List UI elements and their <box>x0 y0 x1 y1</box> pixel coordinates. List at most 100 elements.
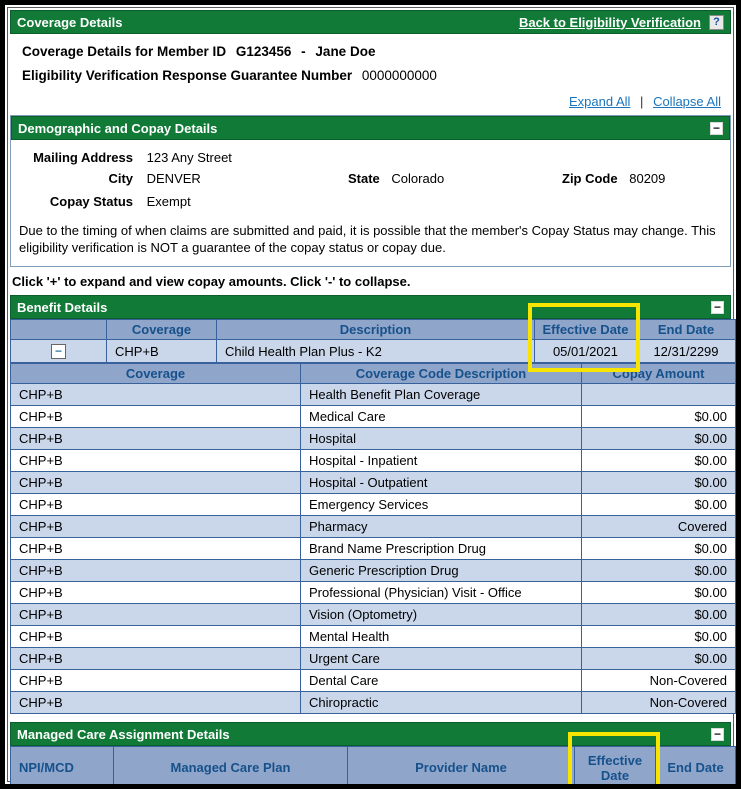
amount-cell: $0.00 <box>581 471 736 495</box>
provider-column-header: Provider Name <box>347 746 575 784</box>
amount-cell: $0.00 <box>581 581 736 605</box>
npi-mcd-column-header: NPI/MCD <box>10 746 114 784</box>
city-state-zip-row: City DENVER State Colorado Zip Code 8020… <box>15 171 722 190</box>
benefit-summary-header-row: Coverage Description Effective Date End … <box>10 319 736 341</box>
demographic-body: Mailing Address 123 Any Street City DENV… <box>11 140 730 266</box>
links-separator: | <box>640 94 644 109</box>
table-row: CHP+B Vision (Optometry) $0.00 <box>10 603 736 627</box>
coverage-cell: CHP+B <box>10 515 301 539</box>
collapse-row-toggle[interactable]: − <box>51 344 66 360</box>
amount-cell: Non-Covered <box>581 669 736 693</box>
coverage-cell: CHP+B <box>10 471 301 495</box>
copay-amount-header: Copay Amount <box>581 363 736 385</box>
guarantee-number: 0000000000 <box>361 68 437 83</box>
coverage-cell: CHP+B <box>10 427 301 451</box>
table-row: CHP+B Emergency Services $0.00 <box>10 493 736 517</box>
benefit-collapse-icon[interactable]: − <box>711 300 724 314</box>
member-name-value: Jane Doe <box>315 44 376 59</box>
description-column-header: Description <box>216 319 535 341</box>
description-cell: Medical Care <box>300 405 582 429</box>
member-id-dash: - <box>301 44 306 59</box>
mailing-address-value: 123 Any Street <box>146 150 232 165</box>
managed-care-header-row: NPI/MCD Managed Care Plan Provider Name … <box>10 746 736 784</box>
amount-cell: $0.00 <box>581 427 736 451</box>
end-date-cell: 12/31/2299 <box>636 339 736 364</box>
description-cell: Mental Health <box>300 625 582 649</box>
guarantee-line: Eligibility Verification Response Guaran… <box>22 68 719 83</box>
benefit-details-section: Benefit Details − Coverage Description E… <box>10 295 736 715</box>
description-cell: Hospital <box>300 427 582 451</box>
collapse-all-link[interactable]: Collapse All <box>653 94 721 109</box>
amount-cell: $0.00 <box>581 405 736 429</box>
row-toggle-cell: − <box>10 339 107 364</box>
table-row: CHP+B Generic Prescription Drug $0.00 <box>10 559 736 583</box>
toggle-column-header <box>10 319 107 341</box>
copay-disclaimer-note: Due to the timing of when claims are sub… <box>19 223 716 255</box>
coverage-cell: CHP+B <box>10 581 301 605</box>
benefit-summary-row: − CHP+B Child Health Plan Plus - K2 05/0… <box>10 339 736 364</box>
benefit-details-title: Benefit Details <box>17 299 108 315</box>
coverage-cell: CHP+B <box>10 405 301 429</box>
zip-field: Zip Code 80209 <box>562 171 665 186</box>
coverage-cell: CHP+B <box>10 449 301 473</box>
guarantee-label: Eligibility Verification Response Guaran… <box>22 68 353 83</box>
back-to-eligibility-link[interactable]: Back to Eligibility Verification <box>519 15 701 30</box>
description-cell: Hospital - Inpatient <box>300 449 582 473</box>
copay-header-row: Coverage Coverage Code Description Copay… <box>10 363 736 385</box>
mailing-address-row: Mailing Address 123 Any Street <box>15 150 722 169</box>
help-icon[interactable]: ? <box>709 14 724 30</box>
coverage-cell: CHP+B <box>106 339 217 364</box>
city-label: City <box>108 171 133 186</box>
benefit-summary-table: Coverage Description Effective Date End … <box>10 319 736 364</box>
mailing-address-label: Mailing Address <box>33 150 133 165</box>
table-row: CHP+B Health Benefit Plan Coverage <box>10 383 736 407</box>
table-row: CHP+B Medical Care $0.00 <box>10 405 736 429</box>
table-row: CHP+B Dental Care Non-Covered <box>10 669 736 693</box>
state-field: State Colorado <box>348 171 444 186</box>
table-row: CHP+B Pharmacy Covered <box>10 515 736 539</box>
description-cell: Vision (Optometry) <box>300 603 582 627</box>
coverage-cell: CHP+B <box>10 647 301 671</box>
table-row: CHP+B Chiropractic Non-Covered <box>10 691 736 715</box>
amount-cell: $0.00 <box>581 493 736 517</box>
benefit-details-header: Benefit Details − <box>10 295 731 320</box>
effective-date-column-header: Effective Date <box>534 319 637 341</box>
description-cell: Generic Prescription Drug <box>300 559 582 583</box>
copay-coverage-header: Coverage <box>10 363 301 385</box>
coverage-cell: CHP+B <box>10 625 301 649</box>
demographic-collapse-icon[interactable]: − <box>710 121 723 135</box>
coverage-cell: CHP+B <box>10 493 301 517</box>
amount-cell: $0.00 <box>581 537 736 561</box>
end-date-column-header: End Date <box>655 746 736 784</box>
member-id-value: G123456 <box>235 44 292 59</box>
coverage-cell: CHP+B <box>10 537 301 561</box>
copay-status-label: Copay Status <box>49 194 133 209</box>
table-row: CHP+B Mental Health $0.00 <box>10 625 736 649</box>
description-cell: Hospital - Outpatient <box>300 471 582 495</box>
amount-cell: $0.00 <box>581 559 736 583</box>
end-date-column-header: End Date <box>636 319 736 341</box>
amount-cell: Covered <box>581 515 736 539</box>
description-cell: Pharmacy <box>300 515 582 539</box>
managed-care-section: Managed Care Assignment Details − NPI/MC… <box>10 722 736 784</box>
managed-care-table: NPI/MCD Managed Care Plan Provider Name … <box>10 746 736 784</box>
description-cell: Child Health Plan Plus - K2 <box>216 339 535 364</box>
coverage-cell: CHP+B <box>10 383 301 407</box>
amount-cell: $0.00 <box>581 647 736 671</box>
page-frame: Coverage Details Back to Eligibility Ver… <box>0 0 741 789</box>
inner-frame: Coverage Details Back to Eligibility Ver… <box>7 7 736 784</box>
coverage-cell: CHP+B <box>10 559 301 583</box>
table-row: CHP+B Hospital - Outpatient $0.00 <box>10 471 736 495</box>
managed-care-header: Managed Care Assignment Details − <box>10 722 731 747</box>
expand-all-link[interactable]: Expand All <box>569 94 630 109</box>
member-info-block: Coverage Details for Member ID G123456 -… <box>10 34 731 94</box>
description-cell: Emergency Services <box>300 493 582 517</box>
managed-care-collapse-icon[interactable]: − <box>711 727 724 741</box>
demographic-section: Demographic and Copay Details − Mailing … <box>10 115 731 268</box>
expand-collapse-row: Expand All | Collapse All <box>10 94 731 113</box>
table-row: CHP+B Brand Name Prescription Drug $0.00 <box>10 537 736 561</box>
coverage-column-header: Coverage <box>106 319 217 341</box>
effective-date-cell: 05/01/2021 <box>534 339 637 364</box>
coverage-cell: CHP+B <box>10 691 301 715</box>
description-cell: Urgent Care <box>300 647 582 671</box>
